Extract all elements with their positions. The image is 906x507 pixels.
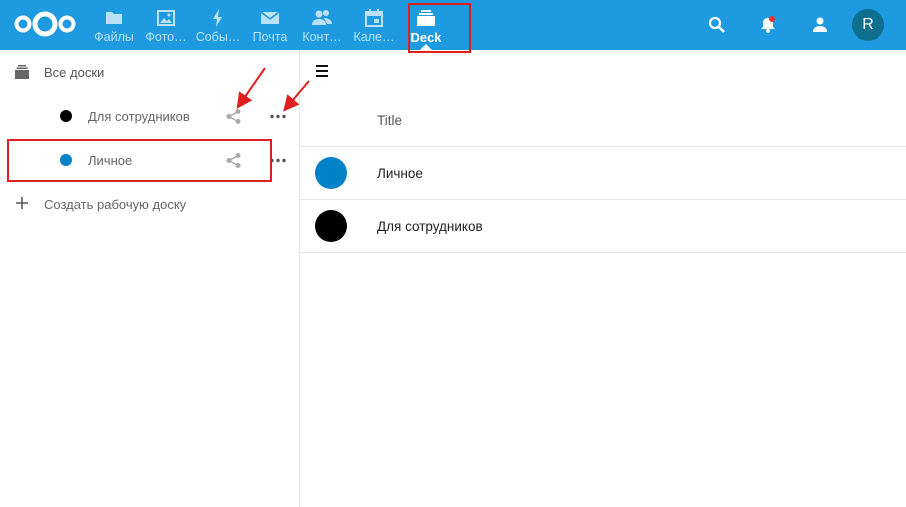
folder-icon xyxy=(106,12,122,24)
nav-all-boards[interactable]: Все доски xyxy=(0,50,300,94)
board-color-dot xyxy=(315,157,347,189)
column-title[interactable]: Title xyxy=(377,113,402,128)
avatar[interactable]: R xyxy=(852,9,884,41)
deck-icon xyxy=(417,10,435,26)
sidebar-board-personal[interactable]: Личное xyxy=(0,138,300,182)
sidebar-board-staff[interactable]: Для сотрудников xyxy=(0,94,300,138)
more-options-icon[interactable] xyxy=(269,152,287,169)
app-photos[interactable]: Фото… xyxy=(140,0,192,50)
image-icon xyxy=(157,10,175,26)
archive-icon xyxy=(15,65,29,79)
app-activity[interactable]: Собы… xyxy=(192,0,244,50)
contacts-icon xyxy=(312,10,332,25)
nextcloud-logo-icon[interactable] xyxy=(14,9,76,39)
bell-icon[interactable] xyxy=(757,14,779,36)
board-label: Личное xyxy=(88,153,133,168)
table-row[interactable]: Личное xyxy=(300,147,906,200)
app-calendar[interactable]: Кале… xyxy=(348,0,400,50)
app-label: Собы… xyxy=(195,30,241,44)
app-label: Почта xyxy=(252,30,288,44)
calendar-icon xyxy=(365,9,383,27)
app-contacts[interactable]: Конт… xyxy=(296,0,348,50)
board-title: Для сотрудников xyxy=(377,219,483,234)
app-mail[interactable]: Почта xyxy=(244,0,296,50)
app-label: Кале… xyxy=(353,30,395,44)
create-board-label: Создать рабочую доску xyxy=(44,197,187,212)
more-options-icon[interactable] xyxy=(269,108,287,125)
table-header: Title xyxy=(300,102,906,147)
app-files[interactable]: Файлы xyxy=(88,0,140,50)
share-icon[interactable] xyxy=(225,108,242,125)
hamburger-menu-icon[interactable] xyxy=(315,64,329,78)
lightning-icon xyxy=(213,9,222,27)
app-label: Фото… xyxy=(145,30,187,44)
create-board-button[interactable]: Создать рабочую доску xyxy=(0,182,300,226)
app-deck[interactable]: Deck xyxy=(400,0,452,50)
table-row[interactable]: Для сотрудников xyxy=(300,200,906,253)
app-menu: Файлы Фото… Собы… Почта Конт… Кале… Deck xyxy=(88,0,452,50)
app-label: Конт… xyxy=(302,30,342,44)
contacts-menu-icon[interactable] xyxy=(808,14,830,36)
board-color-dot xyxy=(60,154,72,166)
board-label: Для сотрудников xyxy=(88,109,190,124)
share-icon[interactable] xyxy=(225,152,242,169)
search-icon[interactable] xyxy=(706,14,728,36)
top-header: Файлы Фото… Собы… Почта Конт… Кале… Deck xyxy=(0,0,906,50)
board-color-dot xyxy=(60,110,72,122)
app-label: Deck xyxy=(410,30,442,45)
app-navigation: Все доски Для сотрудников Личное Создать… xyxy=(0,50,300,507)
nav-all-boards-label: Все доски xyxy=(44,65,105,80)
board-title: Личное xyxy=(377,166,423,181)
app-label: Файлы xyxy=(94,30,134,44)
main-content: Title Личное Для сотрудников xyxy=(300,50,906,507)
mail-icon xyxy=(260,11,280,24)
board-color-dot xyxy=(315,210,347,242)
plus-icon xyxy=(16,197,28,209)
